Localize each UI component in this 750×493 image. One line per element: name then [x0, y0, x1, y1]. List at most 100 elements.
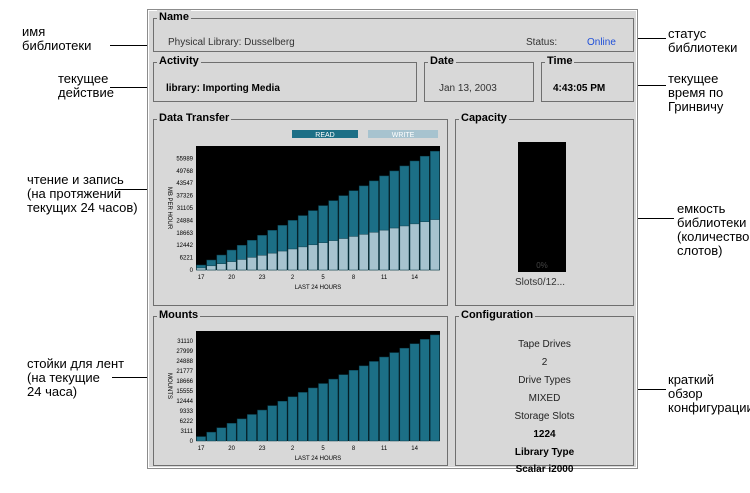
annotation-current-action: текущее действие: [58, 72, 114, 100]
legend-read-label: READ: [315, 132, 334, 139]
mounts-bar: [318, 383, 328, 442]
write-bar: [226, 261, 237, 271]
mounts-bar: [419, 339, 430, 442]
tape-drives-value: 2: [541, 357, 548, 368]
leader-line: [112, 377, 148, 378]
annotation-line: текущее: [58, 71, 109, 86]
mounts-bar: [369, 361, 379, 442]
leader-line: [636, 85, 666, 86]
x-tick-label: 8: [352, 446, 356, 452]
write-bar: [369, 231, 379, 271]
leader-line: [636, 389, 666, 390]
library-type-label: Library Type: [514, 447, 575, 458]
activity-text: library: Importing Media: [166, 83, 280, 94]
write-bar: [257, 255, 267, 271]
mounts-bar: [389, 352, 400, 442]
y-tick-label: 6222: [180, 419, 194, 425]
mounts-bar: [409, 343, 420, 442]
write-bar: [419, 221, 430, 271]
annotation-line: (на текущие: [27, 370, 100, 385]
tape-drives-label: Tape Drives: [518, 339, 571, 350]
drive-types-value: MIXED: [528, 393, 561, 404]
y-tick-label: 55989: [176, 156, 193, 162]
y-tick-label: 24888: [176, 359, 193, 365]
x-tick-label: 23: [259, 446, 266, 452]
mounts-bar: [287, 396, 298, 442]
data-transfer-group: Data Transfer READ WRITE 0 6221 12442 18663 24…: [153, 111, 448, 306]
status-value[interactable]: Online: [587, 37, 616, 48]
capacity-gauge: 0%: [518, 142, 566, 272]
y-tick-label: 49768: [176, 169, 193, 175]
y-tick-label: 24884: [176, 218, 193, 224]
mounts-bar: [297, 392, 308, 442]
annotation-line: слотов): [677, 243, 723, 258]
y-tick-label: 0: [190, 439, 194, 445]
y-tick-label: 0: [190, 268, 194, 274]
y-tick-label: 37326: [176, 194, 193, 200]
annotation-read-write: чтение и запись (на протяжении текущих 2…: [27, 173, 138, 215]
mounts-bar: [399, 347, 410, 442]
x-tick-label: 23: [259, 275, 266, 281]
annotation-line: 24 часа): [27, 384, 78, 399]
mounts-bar: [236, 418, 247, 442]
library-type-value: Scalar i2000: [515, 464, 574, 475]
leader-line: [110, 87, 148, 88]
library-status-panel: Name Physical Library: Dusselberg Status…: [147, 9, 638, 475]
write-bar: [358, 234, 369, 271]
y-axis-label: MB PER HOUR: [166, 187, 172, 230]
activity-group-title: Activity: [157, 54, 201, 68]
capacity-percent: 0%: [536, 261, 548, 270]
y-tick-label: 31110: [177, 339, 193, 345]
annotation-mounts: стойки для лент (на текущие 24 часа): [27, 357, 124, 399]
mounts-bar: [226, 423, 237, 442]
write-bar: [338, 238, 349, 271]
write-bar: [297, 246, 308, 271]
write-bar: [389, 227, 400, 271]
time-text: 4:43:05 PM: [553, 83, 606, 94]
write-bar: [318, 242, 328, 271]
leader-line: [636, 218, 674, 219]
annotation-line: действие: [58, 85, 114, 100]
write-bar: [267, 252, 278, 271]
y-tick-label: 21777: [176, 369, 193, 375]
configuration-title: Configuration: [459, 308, 536, 322]
legend-write-label: WRITE: [392, 132, 415, 139]
mounts-bar: [257, 409, 267, 442]
annotation-line: текущих 24 часов): [27, 200, 138, 215]
annotation-line: библиотеки: [677, 215, 747, 230]
annotation-line: краткий: [668, 372, 715, 387]
annotation-line: конфигурации: [668, 400, 750, 415]
mounts-bar: [206, 431, 217, 442]
write-bar: [409, 223, 420, 271]
y-tick-label: 15555: [176, 389, 193, 395]
mounts-bar: [338, 374, 349, 442]
mounts-bar: [348, 370, 359, 442]
annotation-line: чтение и запись: [27, 172, 124, 187]
annotation-line: обзор: [668, 386, 703, 401]
configuration-group: Configuration Tape Drives 2 Drive Types …: [455, 308, 634, 475]
y-tick-label: 18663: [176, 231, 193, 237]
annotation-line: емкость: [677, 201, 726, 216]
write-bar: [379, 229, 389, 271]
mounts-bar: [247, 414, 257, 442]
capacity-group: Capacity 0% Slots0/12...: [455, 111, 634, 306]
date-text: Jan 13, 2003: [439, 83, 497, 94]
write-bar: [196, 267, 206, 271]
leader-line: [115, 189, 148, 190]
x-tick-label: 2: [291, 446, 295, 452]
mounts-group: Mounts 0 3111 6222 9333 12444 15555 18666 21777…: [153, 308, 448, 466]
x-tick-label: 14: [411, 446, 418, 452]
write-bar: [287, 248, 298, 271]
mounts-bar: [277, 400, 288, 442]
write-bar: [236, 259, 247, 271]
y-tick-label: 9333: [180, 409, 194, 415]
y-tick-label: 12442: [176, 243, 193, 249]
x-tick-label: 11: [381, 275, 388, 281]
mounts-bar: [267, 405, 278, 442]
annotation-library-status: статус библиотеки: [668, 27, 737, 55]
mounts-bar: [379, 356, 389, 442]
mounts-bar: [430, 334, 440, 442]
y-axis-label: MOUNTS: [166, 373, 172, 399]
annotation-line: Гринвичу: [668, 99, 724, 114]
capacity-title: Capacity: [459, 111, 509, 125]
